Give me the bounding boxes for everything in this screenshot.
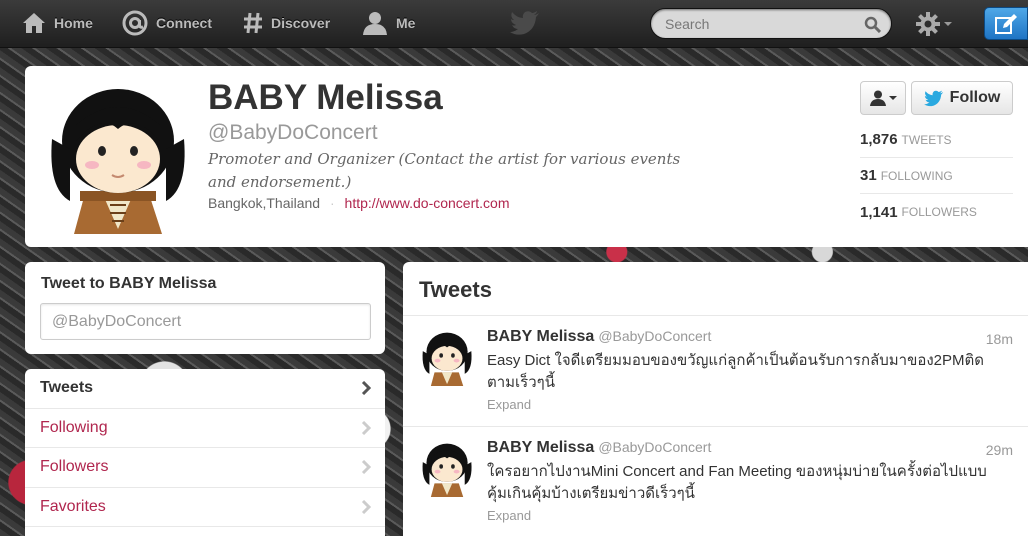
location-separator: · — [329, 195, 335, 211]
at-icon — [122, 10, 148, 36]
tweet-avatar[interactable] — [418, 440, 475, 497]
stat-tweets[interactable]: 1,876 TWEETS — [860, 122, 1013, 158]
settings-menu-button[interactable] — [916, 12, 952, 36]
nav-discover-label: Discover — [271, 15, 331, 31]
chevron-right-icon — [361, 499, 372, 519]
follow-button-label: Follow — [949, 89, 1001, 106]
profile-avatar[interactable] — [40, 79, 193, 234]
tweet-box-title: Tweet to BABY Melissa — [41, 275, 217, 292]
bird-icon — [923, 90, 944, 107]
tweet-timestamp[interactable]: 18m — [986, 331, 1013, 347]
stat-count: 31 — [860, 167, 877, 184]
tweet-timestamp[interactable]: 29m — [986, 442, 1013, 458]
tweet-author-name: BABY Melissa — [487, 328, 595, 345]
follow-button[interactable]: Follow — [911, 81, 1013, 115]
side-nav-label: Favorites — [40, 497, 106, 515]
chevron-down-icon — [888, 96, 897, 100]
side-nav-followers[interactable]: Followers — [25, 448, 385, 488]
tweet-expand-link[interactable]: Expand — [487, 397, 531, 412]
nav-connect-label: Connect — [156, 15, 212, 31]
nav-discover[interactable]: Discover — [243, 0, 330, 46]
tweet-author-handle: @BabyDoConcert — [598, 328, 712, 344]
profile-location: Bangkok,Thailand — [208, 195, 321, 211]
tweet-expand-link[interactable]: Expand — [487, 508, 531, 523]
chevron-right-icon — [361, 380, 372, 400]
profile-name: BABY Melissa — [208, 78, 443, 117]
chevron-right-icon — [361, 459, 372, 479]
tweet-author-name: BABY Melissa — [487, 439, 595, 456]
stat-label: FOLLOWERS — [901, 205, 977, 219]
tweet-text: ใครอยากไปงานMini Concert and Fan Meeting… — [487, 463, 987, 502]
nav-me-label: Me — [396, 15, 416, 31]
user-actions-dropdown[interactable] — [860, 81, 906, 115]
compose-icon — [994, 13, 1018, 35]
stat-label: FOLLOWING — [880, 168, 953, 183]
stat-label: TWEETS — [901, 132, 952, 147]
side-nav-favorites[interactable]: Favorites — [25, 488, 385, 527]
timeline-title: Tweets — [403, 262, 1028, 316]
home-icon — [22, 12, 46, 34]
nav-me[interactable]: Me — [362, 0, 415, 46]
stat-count: 1,141 — [860, 203, 898, 221]
tweet-to-input[interactable] — [40, 303, 371, 340]
side-nav-label: Followers — [40, 458, 109, 476]
side-nav-tweets[interactable]: Tweets — [25, 369, 385, 409]
side-nav-following[interactable]: Following — [25, 409, 385, 448]
stat-following[interactable]: 31 FOLLOWING — [860, 158, 1013, 194]
search-input[interactable] — [665, 15, 855, 33]
nav-home-label: Home — [54, 15, 93, 31]
top-navigation-bar: Home Connect Discover Me — [0, 0, 1028, 48]
profile-location-row: Bangkok,Thailand · http://www.do-concert… — [208, 195, 509, 211]
stat-followers[interactable]: 1,141 FOLLOWERS — [860, 194, 1013, 230]
side-nav-label: Tweets — [40, 379, 94, 397]
compose-tweet-button[interactable] — [984, 7, 1028, 40]
gear-icon — [916, 12, 940, 36]
bird-icon[interactable] — [510, 10, 540, 41]
nav-home[interactable]: Home — [22, 0, 93, 46]
profile-side-nav: Tweets Following Followers Favorites — [25, 369, 385, 536]
search-box[interactable] — [650, 8, 892, 39]
stat-count: 1,876 — [860, 131, 898, 148]
person-icon — [362, 11, 388, 35]
profile-stats: 1,876 TWEETS 31 FOLLOWING 1,141 FOLLOWER… — [860, 122, 1013, 230]
profile-bio: Promoter and Organizer (Contact the arti… — [208, 150, 681, 191]
tweet-author[interactable]: BABY Melissa @BabyDoConcert — [487, 439, 711, 457]
profile-handle: @BabyDoConcert — [208, 121, 378, 144]
profile-url-link[interactable]: http://www.do-concert.com — [345, 195, 510, 211]
tweet-to-user-box: Tweet to BABY Melissa — [25, 262, 385, 354]
person-icon — [869, 90, 886, 106]
nav-connect[interactable]: Connect — [122, 0, 212, 46]
chevron-down-icon — [944, 22, 952, 26]
chevron-right-icon — [361, 420, 372, 440]
tweet-item[interactable]: BABY Melissa @BabyDoConcert 29m ใครอยากไป… — [403, 427, 1028, 536]
search-icon[interactable] — [864, 16, 882, 38]
tweets-timeline: Tweets BABY Melissa @BabyDoConcert 18m Ea — [403, 262, 1028, 536]
tweet-author[interactable]: BABY Melissa @BabyDoConcert — [487, 328, 711, 346]
hash-icon — [243, 12, 263, 34]
tweet-text: Easy Dict ใจดีเตรียมมอบของขวัญแก่ลูกค้าเ… — [487, 352, 984, 391]
side-nav-label: Following — [40, 418, 108, 436]
tweet-avatar[interactable] — [418, 329, 475, 386]
tweet-author-handle: @BabyDoConcert — [598, 439, 712, 455]
profile-header-card: BABY Melissa @BabyDoConcert Promoter and… — [25, 66, 1028, 247]
tweet-item[interactable]: BABY Melissa @BabyDoConcert 18m Easy Dict… — [403, 316, 1028, 427]
